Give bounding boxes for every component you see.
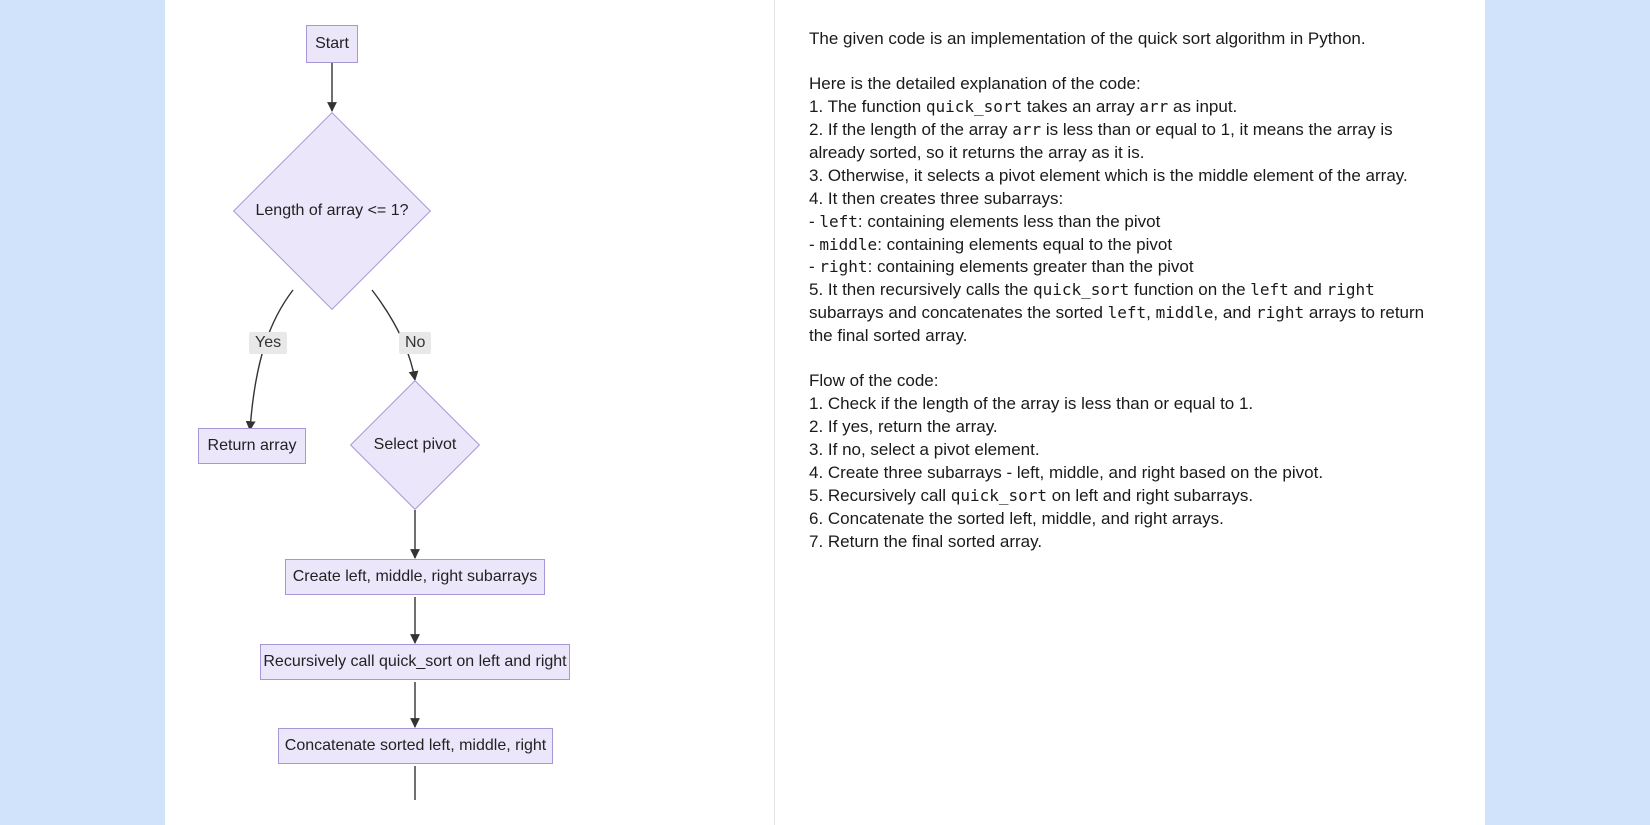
flow-1: 1. Check if the length of the array is l… [809,393,1451,416]
flow-4: 4. Create three subarrays - left, middle… [809,462,1451,485]
detail-5: 5. It then recursively calls the quick_s… [809,279,1451,348]
flow-3: 3. If no, select a pivot element. [809,439,1451,462]
flowchart-node-concat: Concatenate sorted left, middle, right [278,728,553,764]
flow-header: Flow of the code: [809,370,1451,393]
detail-4c: - right: containing elements greater tha… [809,256,1451,279]
flow-2: 2. If yes, return the array. [809,416,1451,439]
node-label: Select pivot [355,433,475,457]
node-label: Concatenate sorted left, middle, right [285,737,546,755]
detail-4: 4. It then creates three subarrays: [809,188,1451,211]
explanation-pane: The given code is an implementation of t… [775,0,1485,825]
edge-label-yes: Yes [249,332,287,354]
flowchart-edges [165,0,775,825]
flowchart-node-create-sub: Create left, middle, right subarrays [285,559,545,595]
flowchart-node-start: Start [306,25,358,63]
flow-7: 7. Return the final sorted array. [809,531,1451,554]
edge-label-no: No [399,332,431,354]
detail-4a: - left: containing elements less than th… [809,211,1451,234]
node-label: Start [315,35,349,53]
flow-6: 6. Concatenate the sorted left, middle, … [809,508,1451,531]
detail-header: Here is the detailed explanation of the … [809,73,1451,96]
flowchart-node-recurse: Recursively call quick_sort on left and … [260,644,570,680]
detail-2: 2. If the length of the array arr is les… [809,119,1451,165]
flowchart-node-return-array: Return array [198,428,306,464]
node-label: Recursively call quick_sort on left and … [263,653,566,671]
flow-5: 5. Recursively call quick_sort on left a… [809,485,1451,508]
detail-4b: - middle: containing elements equal to t… [809,234,1451,257]
node-label: Return array [208,437,297,455]
node-label: Create left, middle, right subarrays [293,568,538,586]
node-label: Length of array <= 1? [232,199,432,223]
detail-1: 1. The function quick_sort takes an arra… [809,96,1451,119]
page: Start Length of array <= 1? Yes No Retur… [165,0,1485,825]
detail-3: 3. Otherwise, it selects a pivot element… [809,165,1451,188]
flowchart-pane: Start Length of array <= 1? Yes No Retur… [165,0,775,825]
explanation-intro: The given code is an implementation of t… [809,28,1451,51]
